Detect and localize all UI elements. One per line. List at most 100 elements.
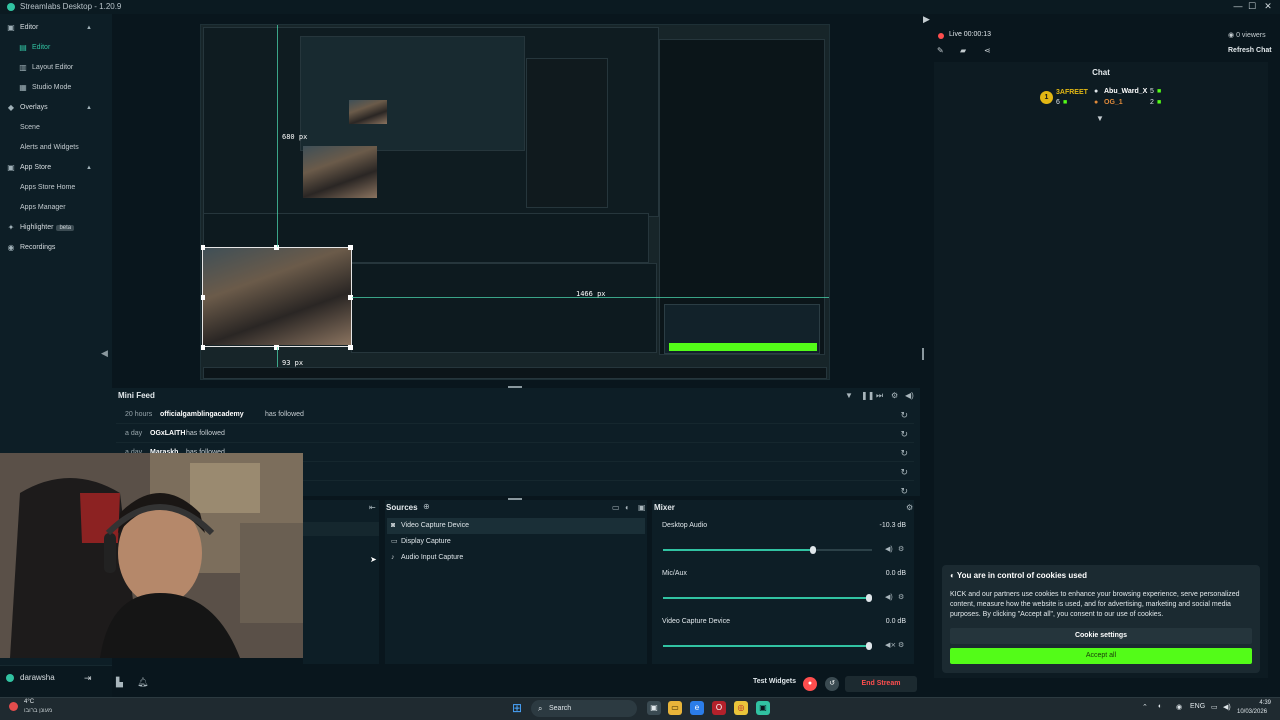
slider-knob[interactable] (866, 642, 872, 650)
sidebar-item-layout-editor[interactable]: ▥ Layout Editor (0, 59, 112, 77)
tray-app-icon[interactable]: ◉ (1176, 703, 1182, 711)
source-row-display-capture[interactable]: ▭ Display Capture (387, 534, 645, 550)
language-indicator[interactable]: ENG (1190, 703, 1205, 710)
leaderboard-name[interactable]: 3AFREET (1056, 89, 1088, 96)
source-row-audio-input[interactable]: ♪ Audio Input Capture (387, 550, 645, 566)
sidebar-item-highlighter[interactable]: ✦ Highlighter beta (0, 219, 112, 237)
end-stream-button[interactable]: End Stream (845, 676, 917, 692)
mute-icon[interactable]: ◀⨯ (885, 641, 896, 649)
gear-icon[interactable]: ⚙ (898, 545, 904, 553)
sidebar-item-apps-manager[interactable]: Apps Manager (0, 199, 112, 217)
chevron-up-icon: ▲ (86, 25, 92, 31)
speaker-icon[interactable]: ◀) (1223, 703, 1231, 711)
maximize-button[interactable]: ☐ (1246, 1, 1258, 12)
selection-box[interactable] (202, 247, 352, 347)
weather-temp[interactable]: 4°C (24, 699, 34, 705)
sidebar-group-app-store[interactable]: ▣ App Store ▲ (0, 159, 112, 177)
add-source-icon[interactable]: ⊕ (423, 502, 430, 511)
gear-icon[interactable]: ⚙ (891, 391, 898, 400)
wifi-icon[interactable]: ▭ (1211, 703, 1218, 711)
resize-handle[interactable] (922, 348, 924, 360)
replay-icon[interactable]: ↻ (900, 463, 908, 481)
sidebar-item-editor[interactable]: ▤ Editor (0, 39, 112, 57)
stats-icon[interactable]: ▙ (116, 677, 123, 688)
volume-icon[interactable]: ◀) (905, 391, 914, 400)
source-label: Video Capture Device (401, 522, 469, 529)
slider-knob[interactable] (866, 594, 872, 602)
share-icon[interactable]: ⋖ (984, 46, 991, 55)
resize-handle[interactable] (348, 245, 353, 250)
sidebar-group-overlays[interactable]: ◆ Overlays ▲ (0, 99, 112, 117)
resize-handle[interactable] (201, 345, 205, 350)
clock-time[interactable]: 4:39 (1255, 700, 1271, 706)
minimize-button[interactable]: — (1232, 1, 1244, 11)
resize-handle[interactable] (348, 345, 353, 350)
delete-icon[interactable]: ▣ (638, 503, 646, 512)
source-row-video-capture[interactable]: ◙ Video Capture Device (387, 518, 645, 534)
feed-action: has followed (265, 411, 304, 418)
collapse-icon[interactable]: ⇤ (369, 503, 376, 512)
folder-icon[interactable]: ▭ (612, 503, 620, 512)
pause-icon[interactable]: ❚❚ (861, 391, 874, 400)
replay-icon[interactable]: ↻ (900, 406, 908, 424)
sidebar-group-editor[interactable]: ▣ Editor ▲ (0, 19, 112, 37)
gear-icon[interactable]: ⚙ (898, 641, 904, 649)
username: darawsha (20, 673, 55, 682)
volume-slider[interactable] (663, 594, 872, 602)
notification-bell-icon[interactable]: 🔔︎ (137, 677, 148, 688)
collapse-right-icon[interactable]: ▶ (923, 14, 930, 25)
sidebar-item-studio-mode[interactable]: ▦ Studio Mode (0, 79, 112, 97)
tray-overflow-icon[interactable]: ⌃ (1142, 703, 1148, 711)
dashboard-icon[interactable]: ▰ (960, 46, 966, 55)
chevron-down-icon[interactable]: ▼ (1096, 114, 1104, 123)
accept-all-button[interactable]: Accept all (950, 648, 1252, 664)
test-widgets-label[interactable]: Test Widgets (753, 678, 796, 685)
filter-icon[interactable]: ▼ (845, 391, 853, 400)
sidebar-item-apps-store-home[interactable]: Apps Store Home (0, 179, 112, 197)
stream-preview[interactable]: 680 px 1466 px 93 px (200, 24, 830, 380)
edit-icon[interactable]: ✎ (937, 46, 944, 55)
weather-icon[interactable] (9, 702, 18, 711)
collapse-left-icon[interactable]: ◀ (101, 348, 108, 359)
gear-icon[interactable]: ⚙ (898, 593, 904, 601)
sidebar-item-recordings[interactable]: ◉ Recordings (0, 239, 112, 257)
volume-icon[interactable]: ◀) (885, 593, 893, 601)
gear-icon[interactable]: ⚙ (906, 503, 913, 512)
user-profile[interactable]: darawsha (6, 673, 55, 682)
clock-date[interactable]: 10/03/2026 (1237, 709, 1267, 715)
leaderboard-name[interactable]: OG_1 (1104, 99, 1123, 106)
sidebar-item-scene[interactable]: Scene (0, 119, 112, 137)
volume-slider[interactable] (663, 546, 872, 554)
edge-icon[interactable]: e (690, 701, 704, 715)
slider-knob[interactable] (810, 546, 816, 554)
cookie-settings-button[interactable]: Cookie settings (950, 628, 1252, 644)
live-timer: Live 00:00:13 (949, 31, 992, 38)
scenes-panel (303, 500, 379, 664)
chrome-icon[interactable]: ◎ (734, 701, 748, 715)
opera-icon[interactable]: O (712, 701, 726, 715)
scene-row-selected[interactable] (303, 522, 379, 536)
taskbar-search[interactable]: ⌕ Search (531, 700, 637, 717)
close-button[interactable]: ✕ (1262, 1, 1274, 12)
file-explorer-icon[interactable]: ▭ (668, 701, 682, 715)
resize-handle[interactable] (201, 295, 205, 300)
logout-icon[interactable]: ⇥ (84, 673, 92, 684)
sidebar-group-label: Editor (20, 24, 39, 31)
streamlabs-taskbar-icon[interactable]: ▣ (756, 701, 770, 715)
leaderboard-name[interactable]: Abu_Ward_X (1104, 88, 1147, 95)
replay-icon[interactable]: ↻ (900, 482, 908, 500)
task-view-icon[interactable]: ▣ (647, 701, 661, 715)
eye-icon[interactable]: ◐ (625, 503, 630, 512)
refresh-chat-button[interactable]: Refresh Chat (1228, 47, 1272, 54)
resize-handle[interactable] (201, 245, 205, 250)
windows-start-icon[interactable]: ⊞ (512, 702, 524, 714)
sidebar-item-alerts-widgets[interactable]: Alerts and Widgets (0, 139, 112, 157)
record-button[interactable]: ● (803, 677, 817, 691)
skip-icon[interactable]: ⏭ (876, 391, 883, 401)
volume-icon[interactable]: ◀) (885, 545, 893, 553)
replay-buffer-button[interactable]: ↺ (825, 677, 839, 691)
replay-icon[interactable]: ↻ (900, 425, 908, 443)
tray-network-icon[interactable]: ◐ (1158, 703, 1162, 710)
replay-icon[interactable]: ↻ (900, 444, 908, 462)
volume-slider[interactable] (663, 642, 872, 650)
